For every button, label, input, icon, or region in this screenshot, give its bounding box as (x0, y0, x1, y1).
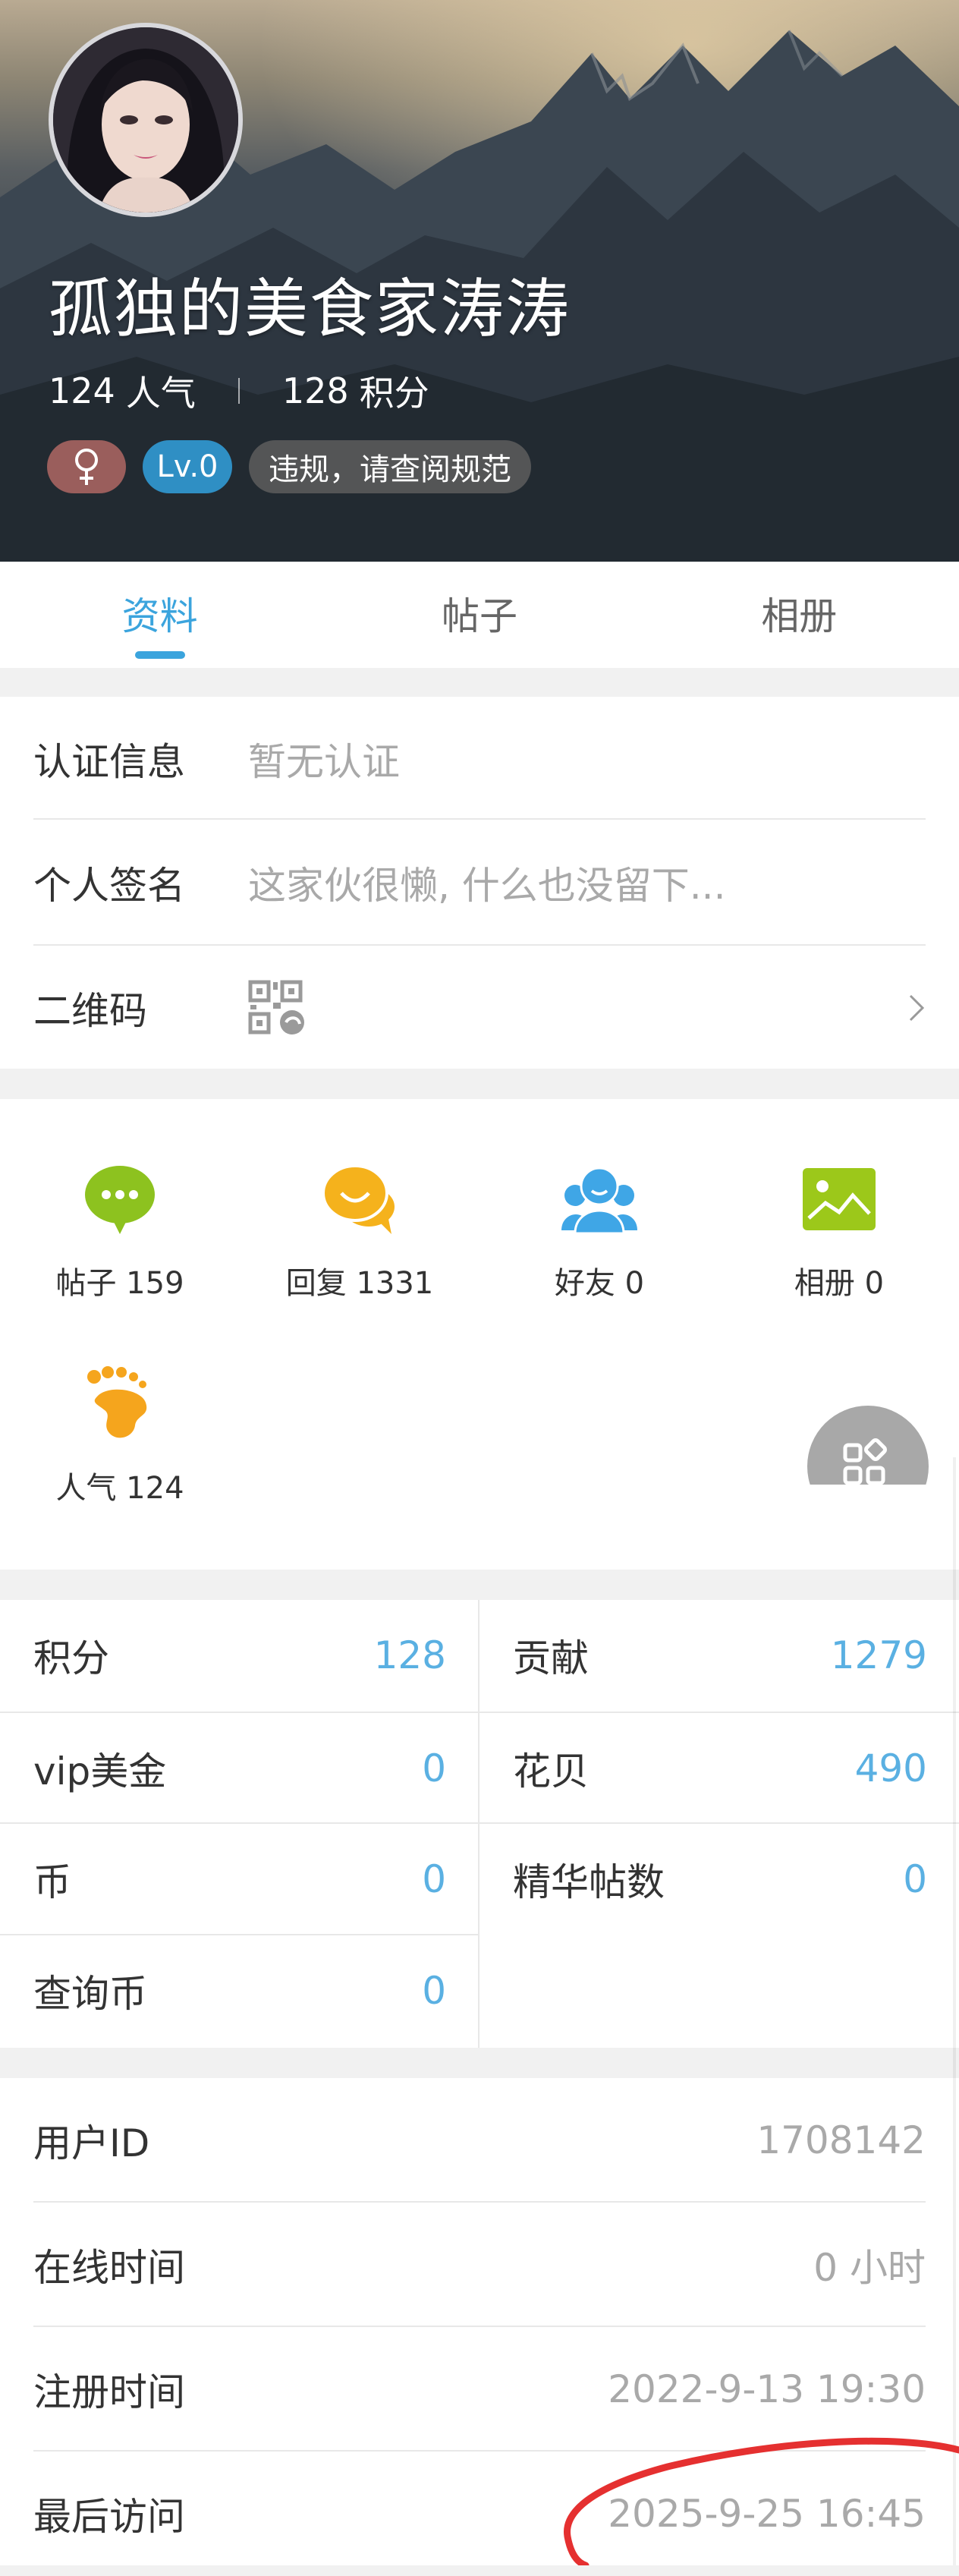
verification-value: 暂无认证 (248, 740, 400, 784)
points-row-flower-shell: 花贝 490 (513, 1713, 927, 1824)
friends-shortcut[interactable]: 好友 0 (480, 1161, 719, 1302)
vip-dollars-label: vip美金 (33, 1749, 167, 1793)
points-label: 积分 (33, 1636, 109, 1680)
online-time-label: 在线时间 (33, 2246, 185, 2290)
verification-row: 认证信息 暂无认证 (33, 697, 926, 821)
points-row-query-coin: 查询币 0 (33, 1935, 446, 2046)
profile-stats: 124 人气 128 积分 (49, 366, 429, 416)
floating-menu-button[interactable] (807, 1406, 929, 1485)
album-count: 相册 0 (794, 1266, 885, 1301)
level-badge: Lv.0 (143, 440, 232, 493)
last-visit-label: 最后访问 (33, 2495, 185, 2539)
coin-label: 币 (33, 1860, 71, 1904)
photo-icon (803, 1168, 876, 1230)
friends-icon (561, 1167, 637, 1233)
signature-row: 个人签名 这家伙很懒, 什么也没留下... (33, 820, 926, 945)
contribution-value: 1279 (830, 1633, 927, 1677)
points-row-coin: 币 0 (33, 1824, 446, 1935)
query-coin-value: 0 (422, 1969, 446, 2013)
posts-shortcut[interactable]: 帖子 159 (0, 1161, 240, 1302)
tab-posts[interactable]: 帖子 (319, 562, 639, 668)
qrcode-row[interactable]: 二维码 (33, 946, 926, 1070)
stats-divider (237, 378, 240, 404)
points-value: 128 (373, 1633, 446, 1677)
signature-value: 这家伙很懒, 什么也没留下... (248, 864, 726, 908)
points-label: 积分 (359, 373, 429, 414)
user-id-value: 1708142 (756, 2118, 926, 2162)
replies-shortcut[interactable]: 回复 1331 (240, 1161, 480, 1302)
points-row-score: 积分 128 (33, 1600, 446, 1711)
speech-bubble-icon (85, 1166, 155, 1234)
tab-label: 相册 (761, 594, 838, 638)
last-visit-row: 最后访问 2025-9-25 16:45 (33, 2452, 926, 2576)
posts-count: 帖子 159 (55, 1266, 184, 1301)
footprint-icon (87, 1366, 147, 1438)
violation-badge[interactable]: 违规，请查阅规范 (249, 440, 531, 493)
tab-album[interactable]: 相册 (640, 562, 959, 668)
verification-label: 认证信息 (33, 740, 185, 784)
user-id-row: 用户ID 1708142 (33, 2078, 926, 2203)
qrcode-icon (248, 980, 304, 1034)
friends-count: 好友 0 (554, 1266, 645, 1301)
flower-shell-value: 490 (854, 1746, 927, 1790)
profile-tabs: 资料 帖子 相册 (0, 562, 959, 668)
replies-count: 回复 1331 (285, 1266, 434, 1301)
popularity-count: 124 (49, 370, 115, 411)
gender-badge (47, 440, 126, 493)
featured-posts-value: 0 (903, 1857, 927, 1901)
vip-dollars-value: 0 (422, 1746, 446, 1790)
profile-header: 孤独的美食家涛涛 124 人气 128 积分 Lv.0 违规，请查阅规范 (0, 0, 959, 562)
scrollbar[interactable] (953, 1457, 956, 2565)
female-icon (75, 449, 98, 485)
chat-bubbles-icon (322, 1164, 395, 1234)
flower-shell-label: 花贝 (513, 1749, 589, 1793)
points-row-vip: vip美金 0 (33, 1713, 446, 1824)
chevron-right-icon (909, 994, 925, 1022)
points-row-contribution: 贡献 1279 (513, 1600, 927, 1711)
user-avatar[interactable] (49, 23, 243, 217)
points-count: 128 (281, 370, 349, 411)
popularity-label: 人气 (125, 373, 196, 414)
popularity-shortcut[interactable]: 人气 124 (0, 1366, 240, 1507)
signature-label: 个人签名 (33, 864, 185, 908)
avatar-image (53, 27, 238, 213)
points-table: 积分 128 vip美金 0 币 0 查询币 0 贡献 1279 花贝 490 … (0, 1600, 959, 2048)
account-info-section: 用户ID 1708142 在线时间 0 小时 注册时间 2022-9-13 19… (0, 2078, 959, 2565)
tab-label: 资料 (121, 594, 198, 638)
coin-value: 0 (422, 1857, 446, 1901)
last-visit-value: 2025-9-25 16:45 (608, 2492, 926, 2536)
qrcode-label: 二维码 (33, 989, 147, 1033)
tab-profile-info[interactable]: 资料 (0, 562, 319, 668)
profile-badges: Lv.0 违规，请查阅规范 (47, 440, 548, 493)
online-time-row: 在线时间 0 小时 (33, 2203, 926, 2327)
profile-info-section: 认证信息 暂无认证 个人签名 这家伙很懒, 什么也没留下... 二维码 (0, 697, 959, 1069)
tab-label: 帖子 (441, 594, 517, 638)
featured-posts-label: 精华帖数 (513, 1860, 665, 1904)
active-tab-indicator (134, 651, 185, 659)
points-row-featured-posts: 精华帖数 0 (513, 1824, 927, 1935)
row-divider (33, 818, 926, 820)
activity-grid: 帖子 159 回复 1331 好友 0 相册 0 人气 124 (0, 1099, 959, 1570)
popularity-count-label: 人气 124 (55, 1471, 184, 1506)
register-time-label: 注册时间 (33, 2370, 185, 2414)
user-id-label: 用户ID (33, 2121, 150, 2165)
query-coin-label: 查询币 (33, 1972, 147, 2016)
register-time-value: 2022-9-13 19:30 (608, 2367, 926, 2411)
username: 孤独的美食家涛涛 (49, 272, 571, 346)
grid-menu-icon (807, 1406, 929, 1485)
column-divider (478, 1600, 480, 2048)
album-shortcut[interactable]: 相册 0 (719, 1161, 959, 1302)
register-time-row: 注册时间 2022-9-13 19:30 (33, 2327, 926, 2452)
online-time-value: 0 小时 (813, 2246, 926, 2290)
contribution-label: 贡献 (513, 1636, 589, 1680)
